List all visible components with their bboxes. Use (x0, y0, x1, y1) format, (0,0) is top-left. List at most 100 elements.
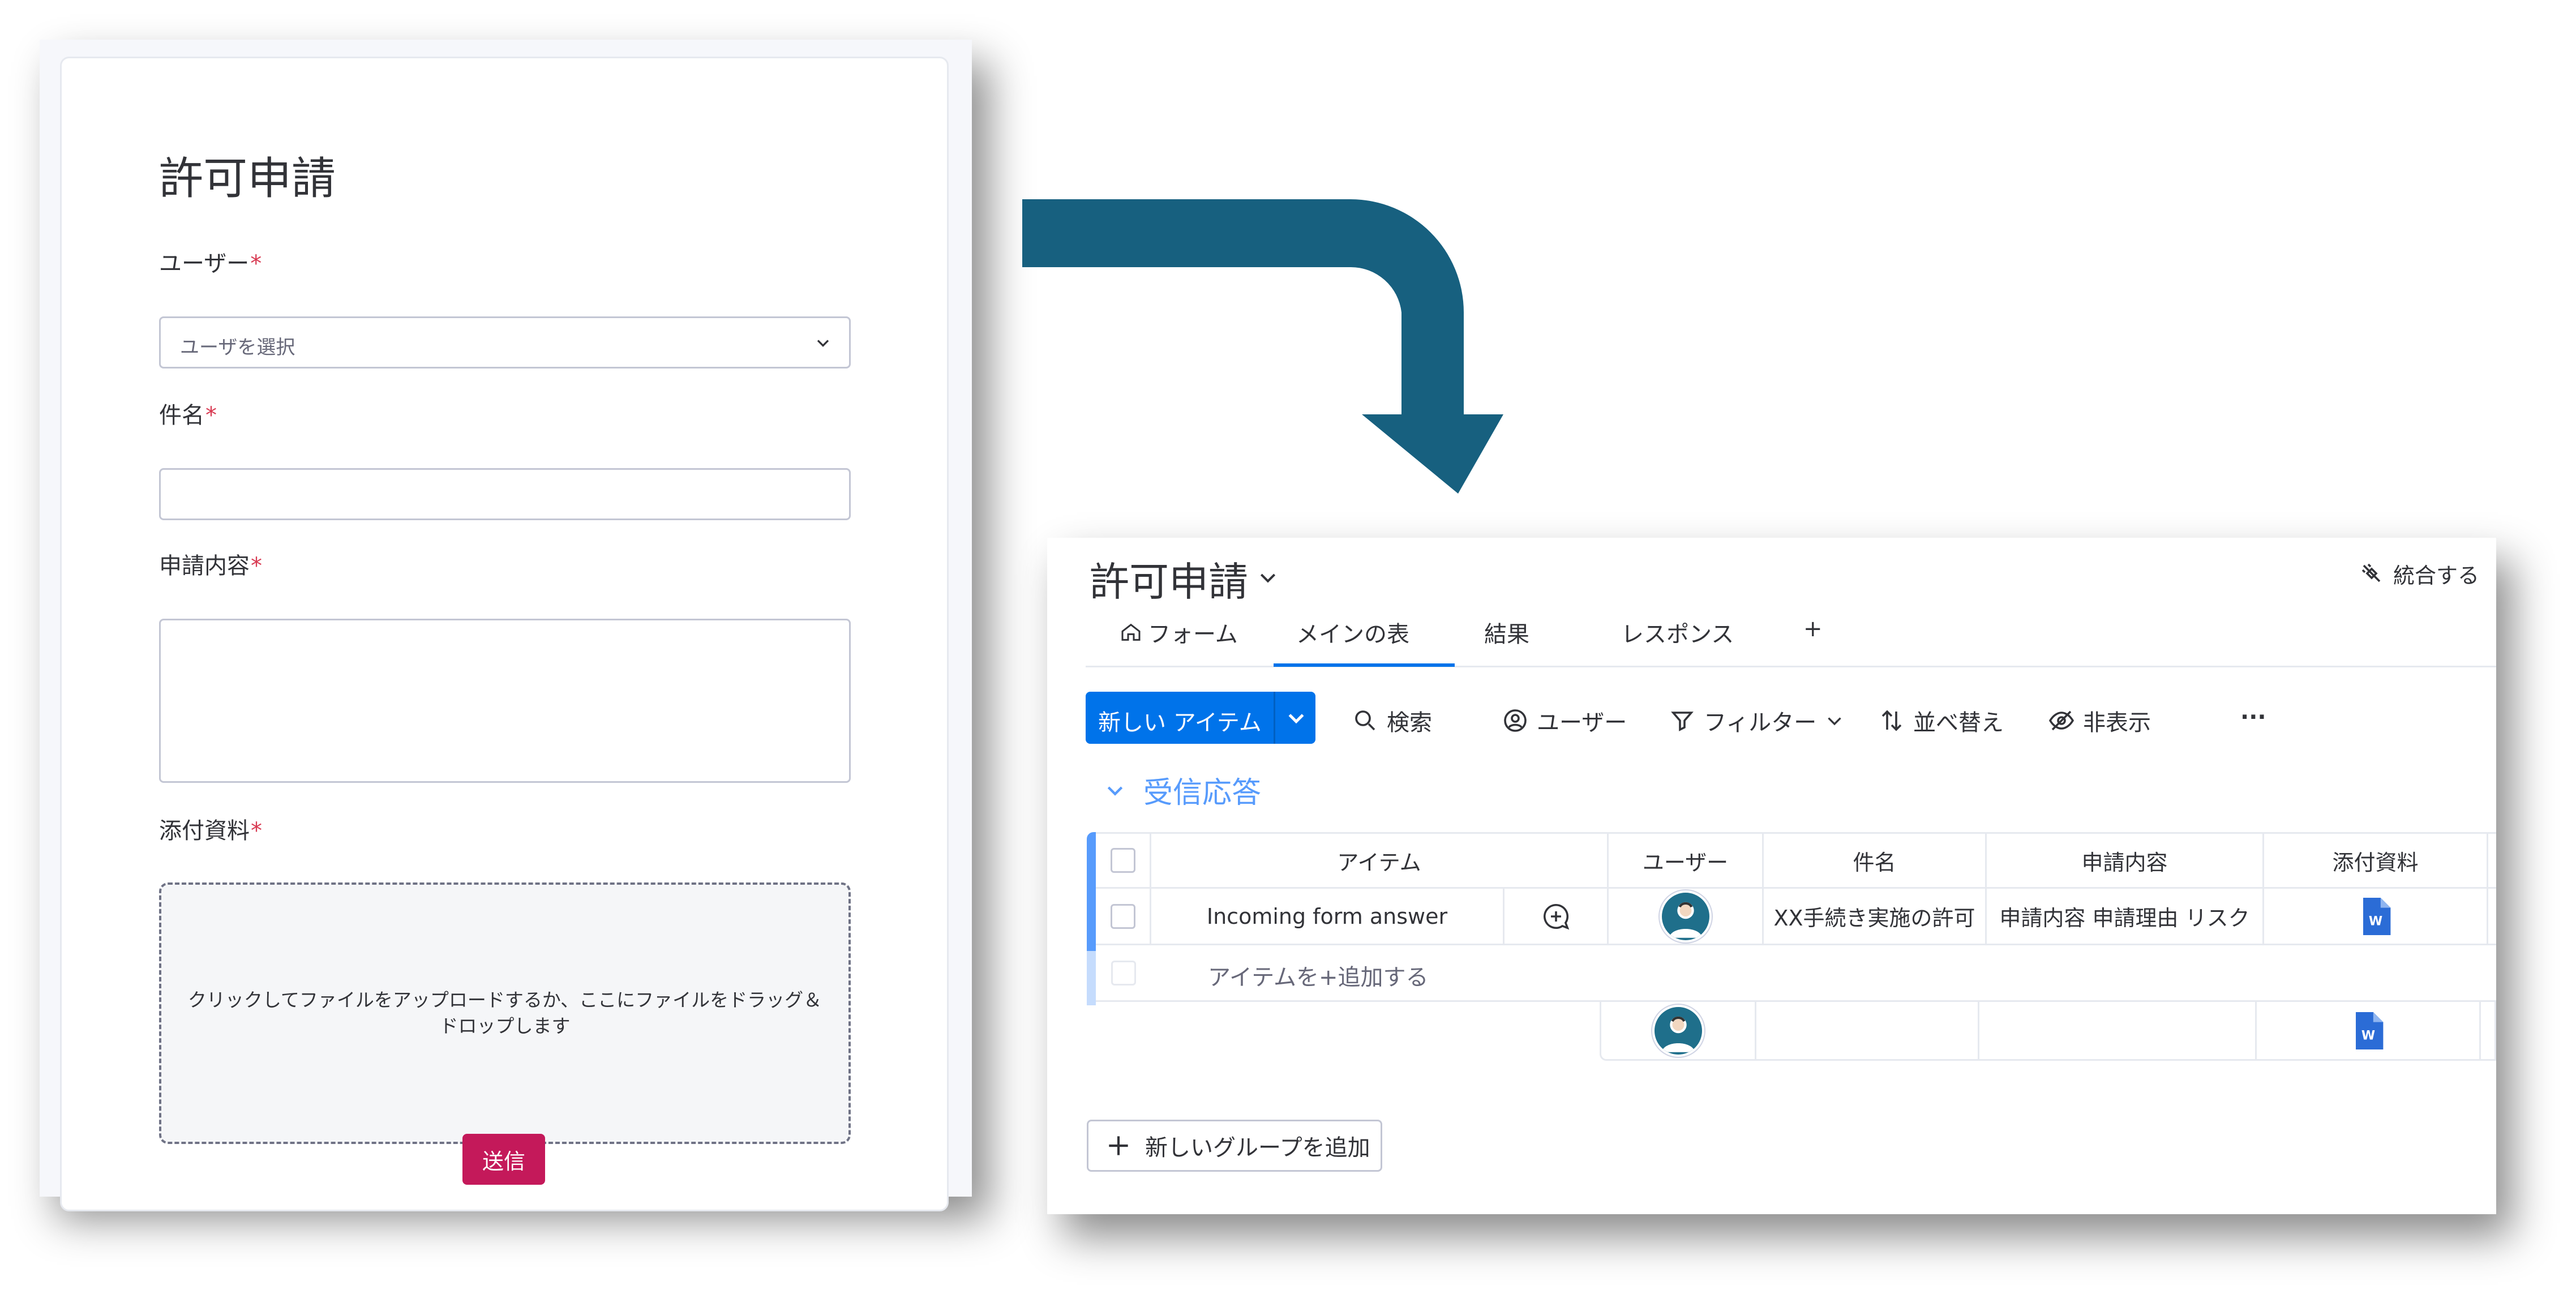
attachment-field-label: 添付資料* (159, 812, 262, 845)
chevron-down-icon[interactable] (1285, 706, 1308, 729)
integrate-button[interactable]: 統合する (2358, 559, 2479, 588)
form-screenshot: 許可申請 ユーザー* ユーザを選択 件名* 申請内容* 添付資料* クリックして… (40, 40, 972, 1211)
svg-text:W: W (2361, 1029, 2374, 1043)
group-name[interactable]: 受信応答 (1143, 769, 1261, 811)
required-mark: * (251, 553, 262, 579)
board-table: アイテム ユーザー 件名 申請内容 添付資料 Incoming form ans… (1087, 832, 2496, 1092)
add-item-placeholder[interactable]: アイテムを+追加する (1208, 959, 1429, 992)
column-header-item-label: アイテム (1337, 850, 1421, 875)
row-checkbox-cell (1096, 889, 1151, 944)
content-value: 申請内容 申請理由 リスク (1999, 906, 2250, 931)
add-group-button[interactable]: 新しいグループを追加 (1087, 1120, 1382, 1172)
board-tabs: フォーム メインの表 結果 レスポンス + (1086, 616, 2496, 648)
subject-label-text: 件名 (159, 402, 204, 429)
group-header[interactable]: 受信応答 (1104, 769, 1261, 811)
attachment-label-text: 添付資料 (159, 818, 250, 844)
word-file-icon: W (2355, 1012, 2383, 1049)
row-checkbox[interactable] (1110, 903, 1135, 929)
svg-text:W: W (2368, 914, 2382, 928)
column-header-user-label: ユーザー (1642, 850, 1729, 875)
avatar (1659, 890, 1712, 942)
tab-form[interactable]: フォーム (1120, 616, 1238, 649)
column-header-attachment[interactable]: 添付資料 (2264, 834, 2488, 887)
new-item-button[interactable]: 新しい アイテム (1086, 692, 1315, 744)
person-icon (1504, 709, 1527, 732)
summary-attachment-cell: W (2257, 1002, 2481, 1059)
add-tab-button[interactable]: + (1803, 616, 1823, 642)
column-header-user[interactable]: ユーザー (1609, 834, 1764, 887)
tab-main-table[interactable]: メインの表 (1296, 616, 1409, 649)
integrate-label: 統合する (2393, 563, 2480, 588)
subject-cell[interactable]: XX手続き実施の許可 (1764, 889, 1987, 944)
filter-icon (1671, 712, 1694, 731)
tab-results[interactable]: 結果 (1484, 616, 1529, 649)
submit-button[interactable]: 送信 (462, 1134, 545, 1185)
summary-user-cell (1601, 1002, 1756, 1059)
subject-value: XX手続き実施の許可 (1773, 906, 1975, 931)
item-name-cell[interactable]: Incoming form answer (1151, 889, 1505, 944)
hide-button[interactable]: 非表示 (2048, 704, 2151, 737)
tab-responses[interactable]: レスポンス (1621, 616, 1734, 649)
column-header-content[interactable]: 申請内容 (1987, 834, 2264, 887)
user-select[interactable]: ユーザを選択 (159, 316, 851, 369)
attachment-cell[interactable]: W (2264, 889, 2488, 944)
board-screenshot: 許可申請 統合する フォーム メインの表 結果 レスポンス + 新しい アイテム (1047, 538, 2496, 1214)
column-header-content-label: 申請内容 (2081, 850, 2168, 875)
user-label-text: ユーザー (159, 251, 250, 277)
add-item-checkbox-cell (1096, 945, 1151, 1000)
content-label-text: 申請内容 (159, 553, 250, 579)
tab-main-table-label: メインの表 (1296, 622, 1409, 648)
file-dropzone[interactable]: クリックしてファイルをアップロードするか、ここにファイルをドラッグ＆ドロップしま… (159, 882, 851, 1144)
item-name: Incoming form answer (1206, 903, 1448, 929)
sort-button[interactable]: 並べ替え (1878, 704, 2004, 737)
column-header-item[interactable]: アイテム (1151, 834, 1609, 887)
content-field-label: 申請内容* (159, 547, 262, 580)
table-row[interactable]: Incoming form answer XX手続き実施の許可 申請内容 申請理… (1096, 889, 2496, 945)
person-filter-button[interactable]: ユーザー (1502, 704, 1627, 737)
add-update-icon[interactable] (1541, 901, 1571, 932)
new-item-label: 新しい アイテム (1098, 710, 1262, 736)
more-options-label: ··· (2240, 704, 2266, 730)
hide-label: 非表示 (2083, 710, 2151, 736)
plug-icon (2361, 563, 2381, 582)
tab-responses-label: レスポンス (1621, 622, 1734, 648)
updates-cell[interactable] (1505, 889, 1609, 944)
chevron-down-icon[interactable] (1104, 779, 1126, 802)
board-title[interactable]: 許可申請 (1090, 550, 1248, 607)
filter-button[interactable]: フィルター (1669, 704, 1845, 737)
person-filter-label: ユーザー (1537, 710, 1627, 736)
header-checkbox-cell (1096, 834, 1151, 887)
column-header-subject-label: 件名 (1853, 850, 1896, 875)
more-options-button[interactable]: ··· (2240, 704, 2266, 730)
table-header-row: アイテム ユーザー 件名 申請内容 添付資料 (1096, 832, 2496, 889)
tab-form-label: フォーム (1148, 622, 1238, 648)
search-label: 検索 (1387, 710, 1432, 736)
plus-icon (1109, 1136, 1128, 1155)
search-button[interactable]: 検索 (1352, 704, 1432, 737)
add-tab-label: + (1803, 616, 1823, 642)
chevron-down-icon[interactable] (1257, 566, 1279, 589)
form-card: 許可申請 ユーザー* ユーザを選択 件名* 申請内容* 添付資料* クリックして… (60, 57, 949, 1211)
subject-input[interactable] (159, 468, 851, 520)
search-icon (1355, 710, 1375, 731)
tab-results-label: 結果 (1484, 622, 1529, 648)
required-mark: * (251, 818, 262, 844)
active-tab-indicator (1274, 663, 1455, 667)
word-file-icon[interactable]: W (2360, 897, 2391, 935)
chevron-down-icon (817, 340, 829, 347)
select-all-checkbox[interactable] (1110, 848, 1135, 873)
chevron-down-icon[interactable] (1824, 710, 1845, 731)
summary-row: W (1600, 1002, 2496, 1061)
avatar (1652, 1004, 1704, 1057)
add-item-row[interactable]: アイテムを+追加する (1096, 945, 2496, 1002)
dropzone-text: クリックしてファイルをアップロードするか、ここにファイルをドラッグ＆ドロップしま… (187, 989, 822, 1037)
subject-field-label: 件名* (159, 397, 217, 430)
user-cell[interactable] (1609, 889, 1764, 944)
group-color-bar-light (1087, 951, 1096, 1005)
content-textarea[interactable] (159, 619, 851, 783)
summary-content-cell (1979, 1002, 2257, 1059)
column-header-attachment-label: 添付資料 (2332, 850, 2419, 875)
column-header-subject[interactable]: 件名 (1764, 834, 1987, 887)
required-mark: * (250, 251, 262, 277)
content-cell[interactable]: 申請内容 申請理由 リスク (1987, 889, 2264, 944)
